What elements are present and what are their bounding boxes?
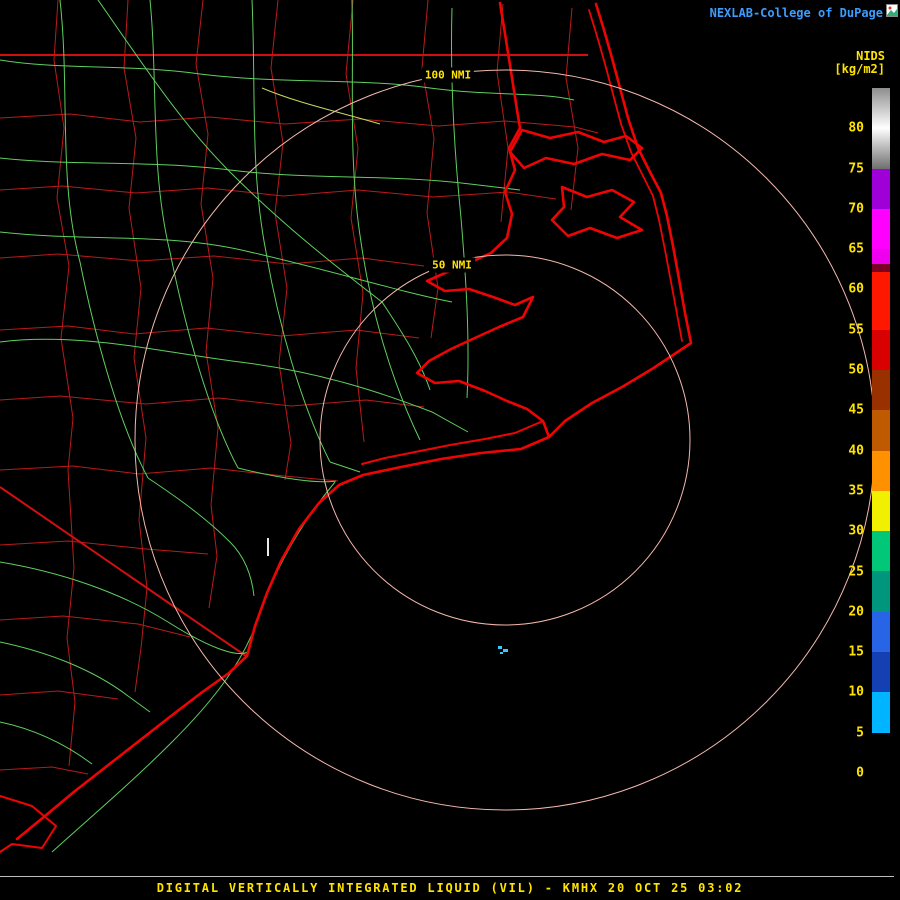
colorbar-tick-label: 0 bbox=[856, 765, 864, 781]
colorbar-ticks: 80 75 70 65 60 55 50 45 40 35 30 25 20 15 10 5 0 bbox=[824, 88, 864, 781]
legend-header: NIDS [kg/m2] bbox=[834, 50, 885, 76]
colorbar-band bbox=[872, 692, 890, 733]
state-border-southwest bbox=[0, 486, 247, 657]
colorbar-band bbox=[872, 531, 890, 572]
outer-banks-coast bbox=[15, 2, 693, 841]
colorbar-tick-label: 75 bbox=[848, 161, 864, 177]
range-ring-50nmi bbox=[319, 254, 691, 626]
colorbar-tick-label: 20 bbox=[848, 604, 864, 620]
colorbar-band bbox=[872, 732, 890, 773]
colorbar-tick-label: 25 bbox=[848, 564, 864, 580]
colorbar-tick-label: 15 bbox=[848, 644, 864, 660]
radar-map bbox=[0, 0, 876, 853]
colorbar-tick-label: 50 bbox=[848, 362, 864, 378]
colorbar-band bbox=[872, 329, 890, 370]
colorbar-tick-label: 80 bbox=[848, 120, 864, 136]
legend-units-label: [kg/m2] bbox=[834, 62, 885, 76]
nexlab-logo-icon bbox=[886, 4, 898, 17]
colorbar-band bbox=[872, 88, 890, 129]
colorbar-tick-label: 60 bbox=[848, 281, 864, 297]
colorbar-tick-label: 10 bbox=[848, 684, 864, 700]
colorbar-tick-label: 35 bbox=[848, 483, 864, 499]
ring-label-100nmi: 100 NMI bbox=[421, 67, 475, 83]
colorbar-tick-label: 55 bbox=[848, 322, 864, 338]
colorbar-tick-label: 65 bbox=[848, 241, 864, 257]
colorbar-band bbox=[872, 208, 890, 250]
colorbar-band bbox=[872, 651, 890, 693]
colorbar-tick-label: 30 bbox=[848, 523, 864, 539]
colorbar-tick-label: 5 bbox=[856, 725, 864, 741]
product-caption: DIGITAL VERTICALLY INTEGRATED LIQUID (VI… bbox=[156, 881, 744, 895]
colorbar-band bbox=[872, 249, 890, 290]
colorbar-band bbox=[872, 571, 890, 612]
colorbar-band bbox=[872, 450, 890, 491]
colorbar-band bbox=[872, 410, 890, 451]
southwest-shore-detail bbox=[0, 795, 57, 853]
roads bbox=[0, 0, 575, 853]
colorbar bbox=[872, 88, 890, 773]
colorbar-band bbox=[872, 289, 890, 330]
barrier-island-inner bbox=[588, 9, 683, 342]
colorbar-tick-label: 45 bbox=[848, 402, 864, 418]
page-title: NEXLAB-College of DuPage bbox=[709, 6, 883, 20]
colorbar-band bbox=[872, 490, 890, 532]
estuary-south bbox=[550, 185, 644, 240]
colorbar-band bbox=[872, 168, 890, 209]
colorbar-band bbox=[872, 369, 890, 411]
colorbar-tick-label: 40 bbox=[848, 443, 864, 459]
vil-echo bbox=[498, 646, 508, 654]
footer-divider bbox=[0, 876, 894, 877]
colorbar-band bbox=[872, 128, 890, 169]
ring-label-50nmi: 50 NMI bbox=[429, 257, 475, 273]
radar-display: 100 NMI 50 NMI NEXLAB-College of DuPage … bbox=[0, 0, 900, 900]
colorbar-tick-label: 70 bbox=[848, 201, 864, 217]
colorbar-band bbox=[872, 611, 890, 652]
